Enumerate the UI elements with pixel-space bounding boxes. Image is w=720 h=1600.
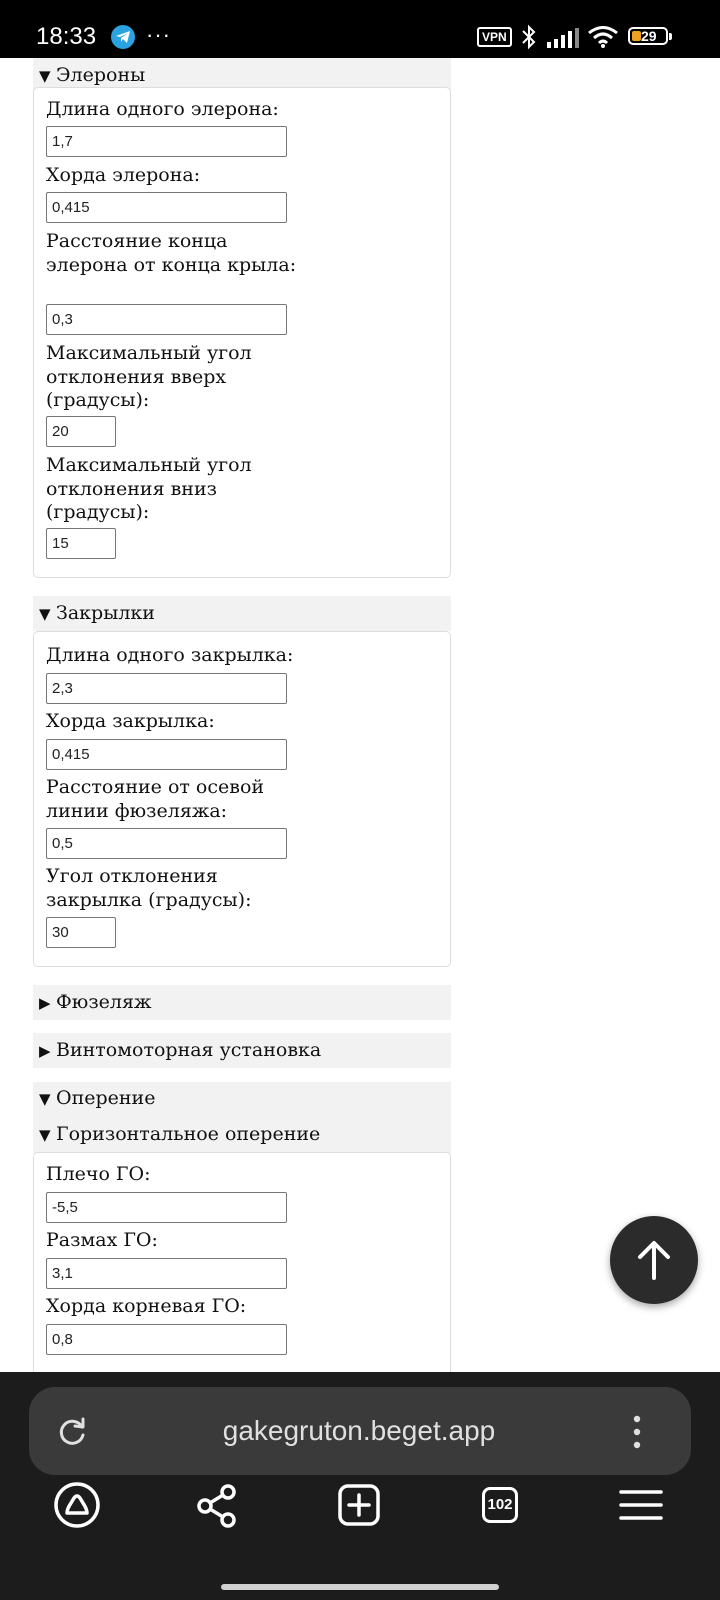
field-label: Расстояние от осевой линии фюзеляжа: — [46, 776, 265, 822]
aileron-down-angle-input[interactable]: 15 — [46, 528, 116, 559]
collapsed-triangle-icon: ▶ — [39, 1042, 51, 1060]
reload-icon[interactable] — [57, 1415, 89, 1447]
telegram-icon — [111, 25, 135, 49]
field-label: Хорда элерона: — [46, 164, 201, 186]
aileron-up-angle-input[interactable]: 20 — [46, 416, 116, 447]
flap-fuselage-distance-input[interactable]: 0,5 — [46, 828, 287, 859]
field-label: Размах ГО: — [46, 1229, 158, 1251]
htail-root-chord-input[interactable]: 0,8 — [46, 1324, 287, 1355]
section-title: Закрылки — [56, 602, 155, 624]
collapsed-triangle-icon: ▶ — [39, 994, 51, 1012]
field-label: Длина одного элерона: — [46, 98, 279, 120]
address-bar[interactable]: gakegruton.beget.app — [29, 1387, 691, 1475]
field-label: Плечо ГО: — [46, 1163, 151, 1185]
page-content: ▼ Элероны Длина одного элерона: 1,7 Хорда… — [0, 58, 720, 1372]
status-time: 18:33 — [36, 23, 97, 50]
field-label: Длина одного закрылка: — [46, 644, 294, 666]
tab-count: 102 — [482, 1487, 518, 1523]
scroll-to-top-button[interactable] — [610, 1216, 698, 1304]
browser-toolbar: gakegruton.beget.app 102 — [0, 1372, 720, 1600]
section-title: Элероны — [56, 64, 146, 86]
section-title: Оперение — [56, 1087, 156, 1109]
field-label: Максимальный угол отклонения вниз (граду… — [46, 454, 252, 523]
more-options-icon[interactable] — [631, 1415, 643, 1449]
share-icon[interactable] — [192, 1480, 242, 1530]
flap-angle-input[interactable]: 30 — [46, 917, 116, 948]
expanded-triangle-icon: ▼ — [39, 605, 51, 623]
section-title: Горизонтальное оперение — [56, 1123, 321, 1145]
menu-icon[interactable] — [616, 1480, 666, 1530]
expanded-triangle-icon: ▼ — [39, 1126, 51, 1144]
section-empennage-header[interactable]: ▼ Оперение — [33, 1081, 451, 1116]
home-icon[interactable] — [52, 1480, 102, 1530]
aileron-length-input[interactable]: 1,7 — [46, 126, 287, 157]
battery-icon: 29 — [628, 27, 668, 45]
section-powerplant-header[interactable]: ▶ Винтомоторная установка — [33, 1033, 451, 1068]
htail-arm-input[interactable]: -5,5 — [46, 1192, 287, 1223]
field-label: Расстояние конца элерона от конца крыла: — [46, 230, 297, 276]
section-fuselage-header[interactable]: ▶ Фюзеляж — [33, 985, 451, 1020]
section-title: Фюзеляж — [56, 991, 152, 1013]
status-bar: 18:33 ··· VPN 29 — [0, 0, 720, 58]
wifi-icon — [588, 26, 618, 48]
flap-length-input[interactable]: 2,3 — [46, 673, 287, 704]
field-label: Хорда корневая ГО: — [46, 1295, 247, 1317]
signal-icon — [547, 28, 579, 48]
field-label: Максимальный угол отклонения вверх (град… — [46, 342, 252, 411]
new-tab-icon[interactable] — [334, 1480, 384, 1530]
htail-span-input[interactable]: 3,1 — [46, 1258, 287, 1289]
more-notifications: ··· — [146, 22, 171, 47]
field-label: Угол отклонения закрылка (градусы): — [46, 865, 252, 911]
bluetooth-icon — [522, 24, 536, 50]
arrow-up-icon — [638, 1241, 670, 1280]
expanded-triangle-icon: ▼ — [39, 1090, 51, 1108]
battery-level: 29 — [641, 28, 657, 44]
section-flaps-header[interactable]: ▼ Закрылки — [33, 596, 451, 631]
url-text[interactable]: gakegruton.beget.app — [109, 1387, 609, 1475]
aileron-tip-distance-input[interactable]: 0,3 — [46, 304, 287, 335]
field-label: Хорда закрылка: — [46, 710, 215, 732]
gesture-home-indicator[interactable] — [221, 1584, 499, 1590]
aileron-chord-input[interactable]: 0,415 — [46, 192, 287, 223]
flap-chord-input[interactable]: 0,415 — [46, 739, 287, 770]
subsection-horizontal-tail-header[interactable]: ▼ Горизонтальное оперение — [33, 1117, 451, 1152]
section-title: Винтомоторная установка — [56, 1039, 322, 1061]
vpn-badge: VPN — [477, 27, 512, 47]
tabs-icon[interactable]: 102 — [475, 1480, 525, 1530]
